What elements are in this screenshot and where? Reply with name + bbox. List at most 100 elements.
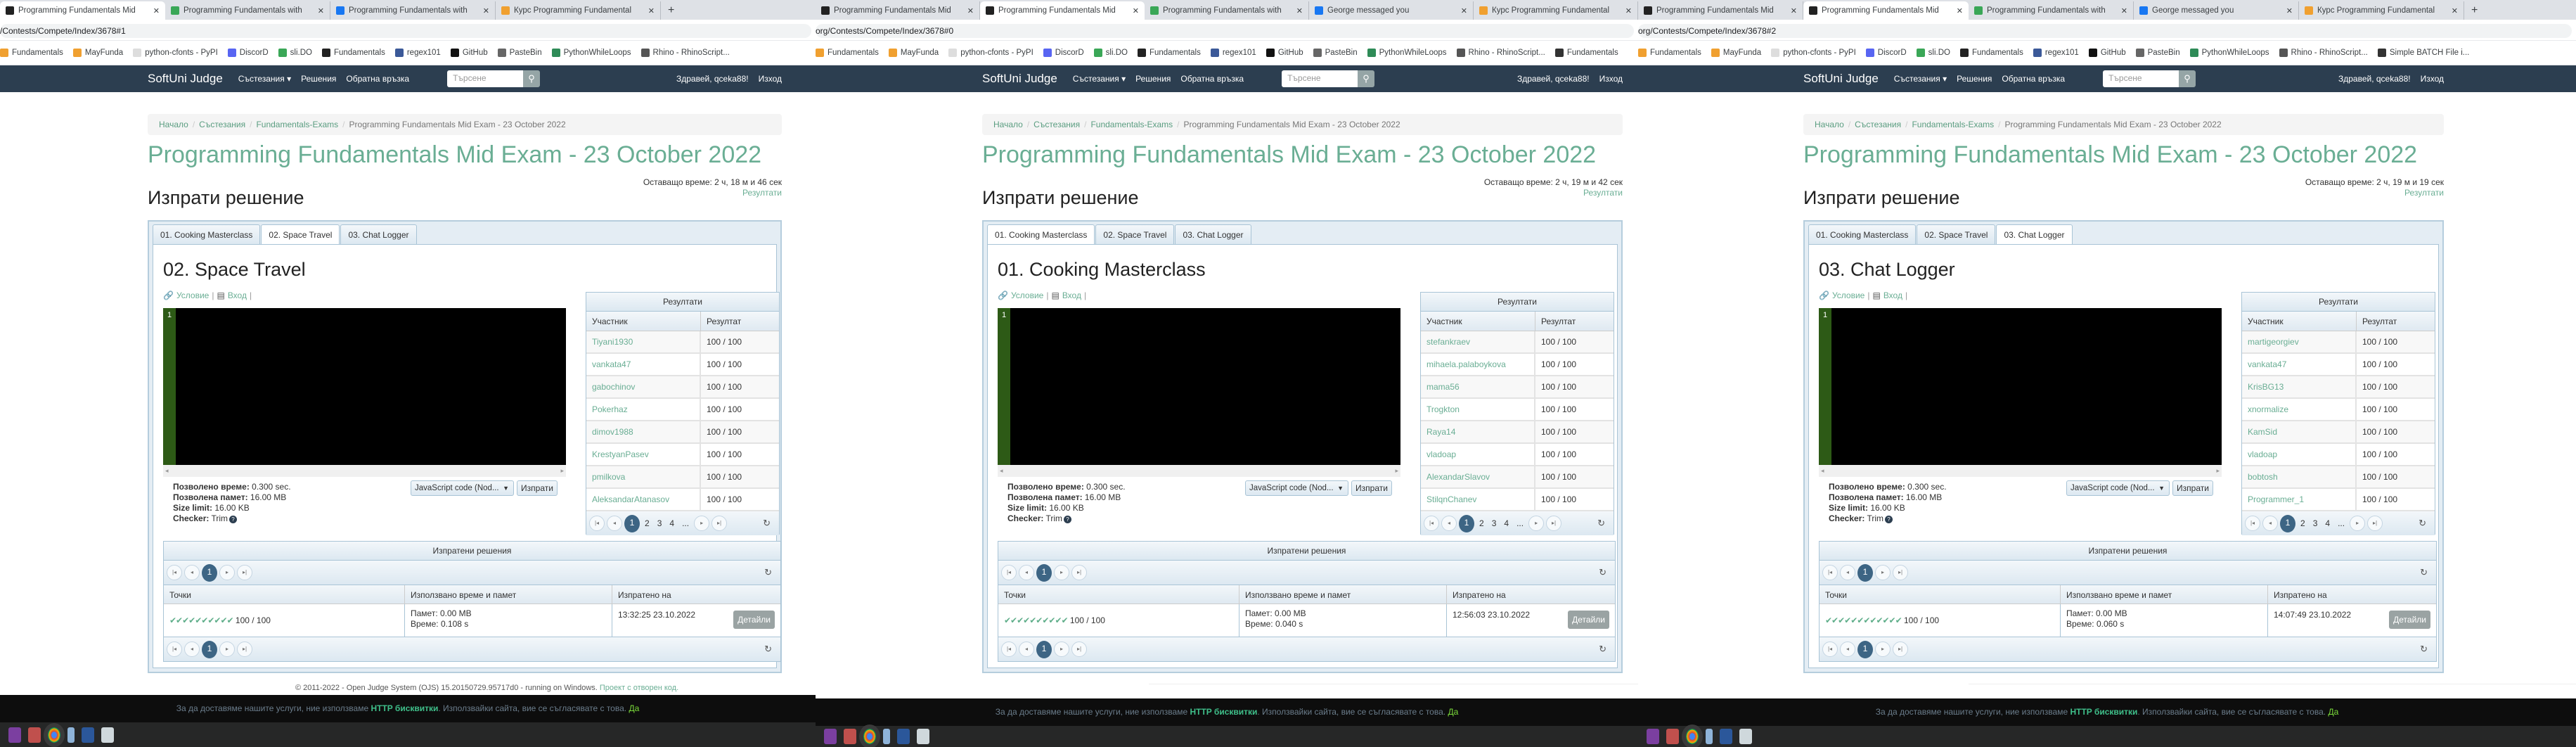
details-button[interactable]: Детайли bbox=[2389, 611, 2430, 629]
prev-page-button[interactable]: ◂ bbox=[1019, 565, 1034, 580]
page-button[interactable]: ... bbox=[679, 518, 692, 528]
breadcrumb-link[interactable]: Начало bbox=[993, 120, 1023, 129]
editor-scrollbar[interactable]: ◂ ▸ bbox=[998, 465, 1400, 477]
refresh-icon[interactable]: ↻ bbox=[2419, 518, 2426, 529]
first-page-button[interactable]: |◂ bbox=[1001, 641, 1017, 657]
participant-link[interactable]: gabochinov bbox=[586, 376, 701, 397]
close-tab-icon[interactable]: ✕ bbox=[2452, 6, 2458, 15]
submit-button[interactable]: Изпрати bbox=[1351, 480, 1392, 496]
prev-page-button[interactable]: ◂ bbox=[1840, 565, 1855, 580]
input-link[interactable]: Вход bbox=[1062, 290, 1081, 300]
page-button[interactable]: 4 bbox=[2322, 518, 2333, 528]
last-page-button[interactable]: ▸| bbox=[1893, 565, 1908, 580]
first-page-button[interactable]: |◂ bbox=[1822, 565, 1838, 580]
last-page-button[interactable]: ▸| bbox=[1546, 516, 1562, 531]
page-button-current[interactable]: 1 bbox=[1857, 563, 1873, 582]
paint-brush-icon[interactable] bbox=[1739, 729, 1752, 744]
paint-brush-icon[interactable] bbox=[101, 727, 114, 743]
refresh-icon[interactable]: ↻ bbox=[1599, 644, 1606, 655]
participant-link[interactable]: AleksandarAtanasov bbox=[586, 489, 701, 510]
problem-tab[interactable]: 02. Space Travel bbox=[1095, 224, 1175, 244]
refresh-icon[interactable]: ↻ bbox=[2420, 644, 2428, 655]
participant-link[interactable]: mama56 bbox=[1421, 376, 1535, 397]
last-page-button[interactable]: ▸| bbox=[1071, 565, 1087, 580]
file-icon[interactable] bbox=[883, 729, 890, 744]
participant-link[interactable]: vankata47 bbox=[586, 354, 701, 375]
prev-page-button[interactable]: ◂ bbox=[1441, 516, 1457, 531]
page-button-current[interactable]: 1 bbox=[202, 640, 217, 658]
participant-link[interactable]: xnormalize bbox=[2242, 399, 2357, 420]
bookmark[interactable]: MayFunda bbox=[72, 49, 123, 57]
page-button-current[interactable]: 1 bbox=[1857, 640, 1873, 658]
page-button-current[interactable]: 1 bbox=[624, 514, 640, 532]
statement-link[interactable]: Условие bbox=[1011, 290, 1043, 300]
refresh-icon[interactable]: ↻ bbox=[1597, 518, 1605, 529]
participant-link[interactable]: Programmer_1 bbox=[2242, 489, 2357, 510]
participant-link[interactable]: vladoap bbox=[2242, 444, 2357, 465]
chrome-icon[interactable] bbox=[44, 722, 65, 747]
results-link[interactable]: Резултати bbox=[742, 188, 782, 198]
prev-page-button[interactable]: ◂ bbox=[1840, 641, 1855, 657]
next-page-button[interactable]: ▸ bbox=[1054, 641, 1069, 657]
bookmark[interactable]: Fundamentals bbox=[0, 49, 63, 57]
close-tab-icon[interactable]: ✕ bbox=[967, 6, 974, 15]
problem-tab[interactable]: 03. Chat Logger bbox=[1175, 224, 1251, 244]
app-icon[interactable] bbox=[824, 729, 837, 744]
participant-link[interactable]: Raya14 bbox=[1421, 421, 1535, 442]
refresh-icon[interactable]: ↻ bbox=[763, 518, 771, 529]
paint-brush-icon[interactable] bbox=[917, 729, 929, 744]
submit-button[interactable]: Изпрати bbox=[517, 480, 558, 496]
paint-icon[interactable] bbox=[28, 727, 41, 743]
participant-link[interactable]: martigeorgiev bbox=[2242, 331, 2357, 352]
breadcrumb-link[interactable]: Състезания bbox=[1855, 120, 1901, 129]
first-page-button[interactable]: |◂ bbox=[1822, 641, 1838, 657]
refresh-icon[interactable]: ↻ bbox=[2420, 567, 2428, 578]
editor-scrollbar[interactable]: ◂ ▸ bbox=[1819, 465, 2222, 477]
cookie-accept-link[interactable]: Да bbox=[2328, 707, 2338, 717]
word-icon[interactable] bbox=[897, 729, 910, 744]
page-button[interactable]: 2 bbox=[642, 518, 652, 528]
participant-link[interactable]: vankata47 bbox=[2242, 354, 2357, 375]
problem-tab[interactable]: 02. Space Travel bbox=[1917, 224, 1996, 244]
first-page-button[interactable]: |◂ bbox=[589, 516, 605, 531]
close-tab-icon[interactable]: ✕ bbox=[1625, 6, 1632, 15]
problem-tab[interactable]: 02. Space Travel bbox=[261, 224, 340, 244]
page-button-current[interactable]: 1 bbox=[1459, 514, 1474, 532]
participant-link[interactable]: stefankraev bbox=[1421, 331, 1535, 352]
code-editor[interactable]: 1 bbox=[1819, 308, 2222, 465]
app-icon[interactable] bbox=[1647, 729, 1659, 744]
submit-button[interactable]: Изпрати bbox=[2172, 480, 2213, 496]
cookie-policy-link[interactable]: HTTP бисквитки bbox=[1190, 707, 1257, 717]
participant-link[interactable]: Trogkton bbox=[1421, 399, 1535, 420]
last-page-button[interactable]: ▸| bbox=[711, 516, 728, 531]
statement-link[interactable]: Условие bbox=[1832, 290, 1865, 300]
code-editor[interactable]: 1 bbox=[163, 308, 566, 465]
page-button[interactable]: 3 bbox=[1489, 518, 1500, 528]
last-page-button[interactable]: ▸| bbox=[2367, 516, 2383, 531]
next-page-button[interactable]: ▸ bbox=[2350, 516, 2366, 531]
language-select[interactable]: JavaScript code (Nod... ▼ bbox=[2066, 480, 2170, 496]
problem-tab[interactable]: 03. Chat Logger bbox=[340, 224, 417, 244]
page-button[interactable]: ... bbox=[1514, 518, 1526, 528]
first-page-button[interactable]: |◂ bbox=[1424, 516, 1439, 531]
cookie-accept-link[interactable]: Да bbox=[629, 703, 639, 713]
breadcrumb-link[interactable]: Fundamentals-Exams bbox=[1912, 120, 1994, 129]
problem-tab[interactable]: 01. Cooking Masterclass bbox=[1808, 224, 1917, 244]
code-editor[interactable]: 1 bbox=[998, 308, 1400, 465]
prev-page-button[interactable]: ◂ bbox=[607, 516, 622, 531]
last-page-button[interactable]: ▸| bbox=[237, 641, 252, 657]
breadcrumb-link[interactable]: Състезания bbox=[199, 120, 245, 129]
prev-page-button[interactable]: ◂ bbox=[1019, 641, 1034, 657]
language-select[interactable]: JavaScript code (Nod... ▼ bbox=[1245, 480, 1348, 496]
next-page-button[interactable]: ▸ bbox=[1054, 565, 1069, 580]
first-page-button[interactable]: |◂ bbox=[167, 641, 182, 657]
bookmark[interactable]: Fundamentals bbox=[1638, 49, 1701, 57]
help-icon[interactable]: ? bbox=[1885, 516, 1893, 523]
bookmark[interactable]: MayFunda bbox=[888, 49, 939, 57]
breadcrumb-link[interactable]: Fundamentals-Exams bbox=[256, 120, 338, 129]
participant-link[interactable]: KamSid bbox=[2242, 421, 2357, 442]
language-select[interactable]: JavaScript code (Nod... ▼ bbox=[411, 480, 514, 496]
page-button[interactable]: 3 bbox=[2310, 518, 2321, 528]
participant-link[interactable]: vladoap bbox=[1421, 444, 1535, 465]
editor-scrollbar[interactable]: ◂ ▸ bbox=[163, 465, 566, 477]
